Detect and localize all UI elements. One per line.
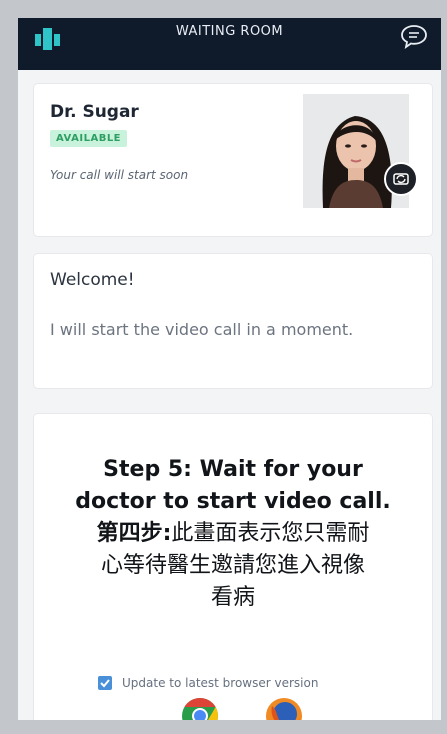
instruction-text: Step 5: Wait for your doctor to start vi…: [34, 454, 432, 614]
instruction-line-1: Step 5: Wait for your: [103, 457, 363, 482]
status-badge: AVAILABLE: [50, 130, 128, 147]
instruction-zh-line-1: 第四步:此畫面表示您只需耐: [34, 518, 432, 550]
update-browser-label: Update to latest browser version: [122, 676, 319, 690]
instruction-zh-text-1: 此畫面表示您只需耐: [171, 521, 370, 546]
instruction-card: Step 5: Wait for your doctor to start vi…: [34, 414, 432, 720]
top-bar: WAITING ROOM: [18, 18, 441, 70]
chat-bubble-icon[interactable]: [399, 22, 429, 50]
instruction-zh-line-2: 心等待醫生邀請您進入視像: [100, 553, 365, 578]
switch-camera-icon[interactable]: [384, 162, 418, 196]
checkbox-icon[interactable]: [98, 676, 112, 690]
app-screen: WAITING ROOM Dr. Sugar AVAILABLE Your ca…: [18, 18, 441, 720]
page-title: WAITING ROOM: [175, 24, 284, 39]
doctor-card: Dr. Sugar AVAILABLE Your call will start…: [34, 84, 432, 236]
update-browser-row[interactable]: Update to latest browser version: [98, 676, 318, 690]
chrome-icon[interactable]: [180, 696, 220, 720]
firefox-icon[interactable]: [264, 696, 304, 720]
welcome-title: Welcome!: [50, 270, 135, 290]
call-status-text: Your call will start soon: [50, 168, 189, 182]
instruction-zh-line-3: 看病: [210, 585, 255, 610]
welcome-message: I will start the video call in a moment.: [50, 320, 354, 339]
step-number-zh: 第四步:: [96, 521, 172, 546]
doctor-name: Dr. Sugar: [50, 102, 139, 122]
welcome-card: Welcome! I will start the video call in …: [34, 254, 432, 388]
instruction-line-2: doctor to start video call.: [75, 489, 391, 514]
